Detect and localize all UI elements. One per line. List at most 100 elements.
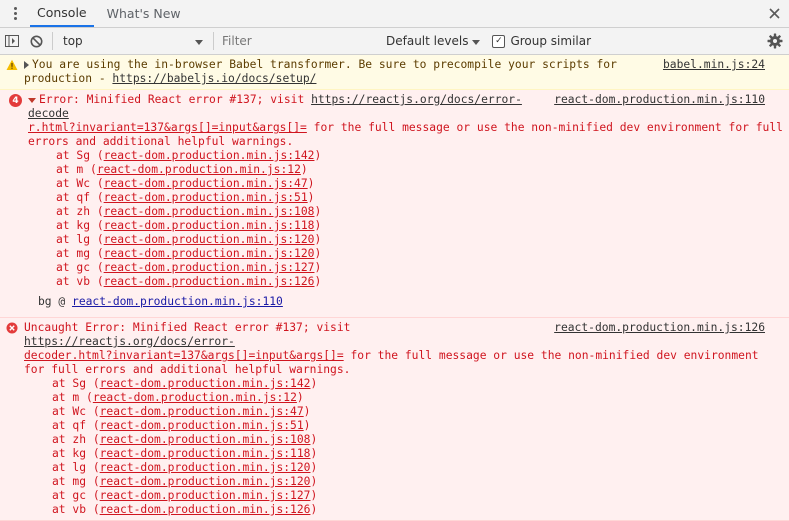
error-decoder-link-cont[interactable]: decoder.html?invariant=137&args[]=input&… [24,349,344,362]
frame-function: Wc [72,405,87,418]
frame-function: gc [72,489,87,502]
expand-triangle-icon[interactable] [24,61,29,69]
stack-frame: at Sg (react-dom.production.min.js:142) [52,377,318,390]
stack-frame: at zh (react-dom.production.min.js:108) [52,433,318,446]
group-similar-toggle[interactable]: ✓ Group similar [492,34,591,48]
error-decoder-link-cont[interactable]: r.html?invariant=137&args[]=input&args[]… [28,121,307,134]
frame-function: lg [72,461,87,474]
stack-frame: at mg (react-dom.production.min.js:120) [52,475,318,488]
frame-function: kg [72,447,87,460]
error-source-link[interactable]: react-dom.production.min.js:126 [554,321,785,335]
context-value: top [63,34,83,48]
chevron-down-icon [195,34,203,48]
stack-frame: at gc (react-dom.production.min.js:127) [56,261,322,274]
bg-prefix: bg @ [38,295,73,308]
frame-function: zh [76,205,91,218]
bg-source-link[interactable]: react-dom.production.min.js:110 [72,295,283,308]
more-menu-icon[interactable] [0,0,30,27]
close-icon[interactable] [765,4,783,22]
frame-source-link[interactable]: react-dom.production.min.js:47 [104,177,308,190]
console-warning: babel.min.js:24 You are using the in-bro… [0,55,789,90]
frame-function: qf [76,191,91,204]
frame-function: kg [76,219,91,232]
frame-function: mg [76,247,91,260]
context-selector[interactable]: top [57,31,209,51]
show-sidebar-icon[interactable] [0,29,24,53]
frame-source-link[interactable]: react-dom.production.min.js:120 [104,233,315,246]
error-decoder-link[interactable]: https://reactjs.org/docs/error- [24,335,235,348]
frame-source-link[interactable]: react-dom.production.min.js:126 [100,503,311,516]
frame-source-link[interactable]: react-dom.production.min.js:51 [104,191,308,204]
frame-source-link[interactable]: react-dom.production.min.js:108 [104,205,315,218]
frame-source-link[interactable]: react-dom.production.min.js:142 [100,377,311,390]
console-error-uncaught: react-dom.production.min.js:126 Uncaught… [0,318,789,521]
toolbar-separator [52,32,53,50]
frame-function: zh [72,433,87,446]
error-text: Uncaught Error: Minified React error #13… [24,321,351,334]
stack-frame: at mg (react-dom.production.min.js:120) [56,247,322,260]
frame-function: mg [72,475,87,488]
stack-frame: at gc (react-dom.production.min.js:127) [52,489,318,502]
levels-label: Default levels [386,34,469,48]
stack-frame: at lg (react-dom.production.min.js:120) [52,461,318,474]
stack-frame: at Wc (react-dom.production.min.js:47) [56,177,315,190]
stack-trace: at Sg (react-dom.production.min.js:142) a… [24,377,785,517]
frame-source-link[interactable]: react-dom.production.min.js:120 [100,461,311,474]
console-messages: babel.min.js:24 You are using the in-bro… [0,55,789,521]
frame-source-link[interactable]: react-dom.production.min.js:12 [97,163,301,176]
console-toolbar: top Default levels ✓ Group similar [0,28,789,55]
frame-function: m [72,391,80,404]
frame-function: lg [76,233,91,246]
group-similar-label: Group similar [510,34,592,48]
frame-source-link[interactable]: react-dom.production.min.js:118 [100,447,311,460]
frame-function: Wc [76,177,91,190]
tab-whats-new[interactable]: What's New [100,0,188,27]
stack-frame: at qf (react-dom.production.min.js:51) [56,191,315,204]
gear-icon[interactable] [765,31,785,51]
stack-frame: at qf (react-dom.production.min.js:51) [52,419,311,432]
stack-frame: at kg (react-dom.production.min.js:118) [56,219,322,232]
frame-function: Sg [76,149,91,162]
stack-frame: at zh (react-dom.production.min.js:108) [56,205,322,218]
frame-function: qf [72,419,87,432]
collapse-triangle-icon[interactable] [28,97,36,103]
stack-frame: at vb (react-dom.production.min.js:126) [56,275,322,288]
stack-trace: at Sg (react-dom.production.min.js:142) a… [28,149,785,289]
error-icon [6,322,18,334]
frame-source-link[interactable]: react-dom.production.min.js:127 [104,261,315,274]
stack-frame: at m (react-dom.production.min.js:12) [56,163,308,176]
toolbar-separator [213,32,214,50]
frame-source-link[interactable]: react-dom.production.min.js:120 [104,247,315,260]
frame-source-link[interactable]: react-dom.production.min.js:126 [104,275,315,288]
stack-frame: at vb (react-dom.production.min.js:126) [52,503,318,516]
stack-frame: at Sg (react-dom.production.min.js:142) [56,149,322,162]
filter-input[interactable] [218,31,376,51]
stack-frame: at lg (react-dom.production.min.js:120) [56,233,322,246]
warning-icon [6,59,18,70]
devtools-tabbar: Console What's New [0,0,789,28]
frame-function: m [76,163,84,176]
stack-frame: at m (react-dom.production.min.js:12) [52,391,304,404]
frame-source-link[interactable]: react-dom.production.min.js:127 [100,489,311,502]
stack-frame: at kg (react-dom.production.min.js:118) [52,447,318,460]
default-levels-dropdown[interactable]: Default levels [386,34,481,48]
frame-source-link[interactable]: react-dom.production.min.js:120 [100,475,311,488]
babel-docs-link[interactable]: https://babeljs.io/docs/setup/ [112,72,316,85]
error-count-badge: 4 [9,94,22,107]
frame-source-link[interactable]: react-dom.production.min.js:118 [104,219,315,232]
frame-source-link[interactable]: react-dom.production.min.js:12 [93,391,297,404]
stack-frame: at Wc (react-dom.production.min.js:47) [52,405,311,418]
tab-console[interactable]: Console [30,0,94,27]
error-source-link[interactable]: react-dom.production.min.js:110 [554,93,785,107]
frame-source-link[interactable]: react-dom.production.min.js:47 [100,405,304,418]
frame-function: vb [72,503,87,516]
frame-source-link[interactable]: react-dom.production.min.js:51 [100,419,304,432]
frame-function: gc [76,261,91,274]
warning-source-link[interactable]: babel.min.js:24 [663,58,785,72]
frame-source-link[interactable]: react-dom.production.min.js:108 [100,433,311,446]
frame-function: vb [76,275,91,288]
frame-source-link[interactable]: react-dom.production.min.js:142 [104,149,315,162]
clear-console-icon[interactable] [24,29,48,53]
group-similar-checkbox[interactable]: ✓ [492,34,506,48]
frame-function: Sg [72,377,87,390]
